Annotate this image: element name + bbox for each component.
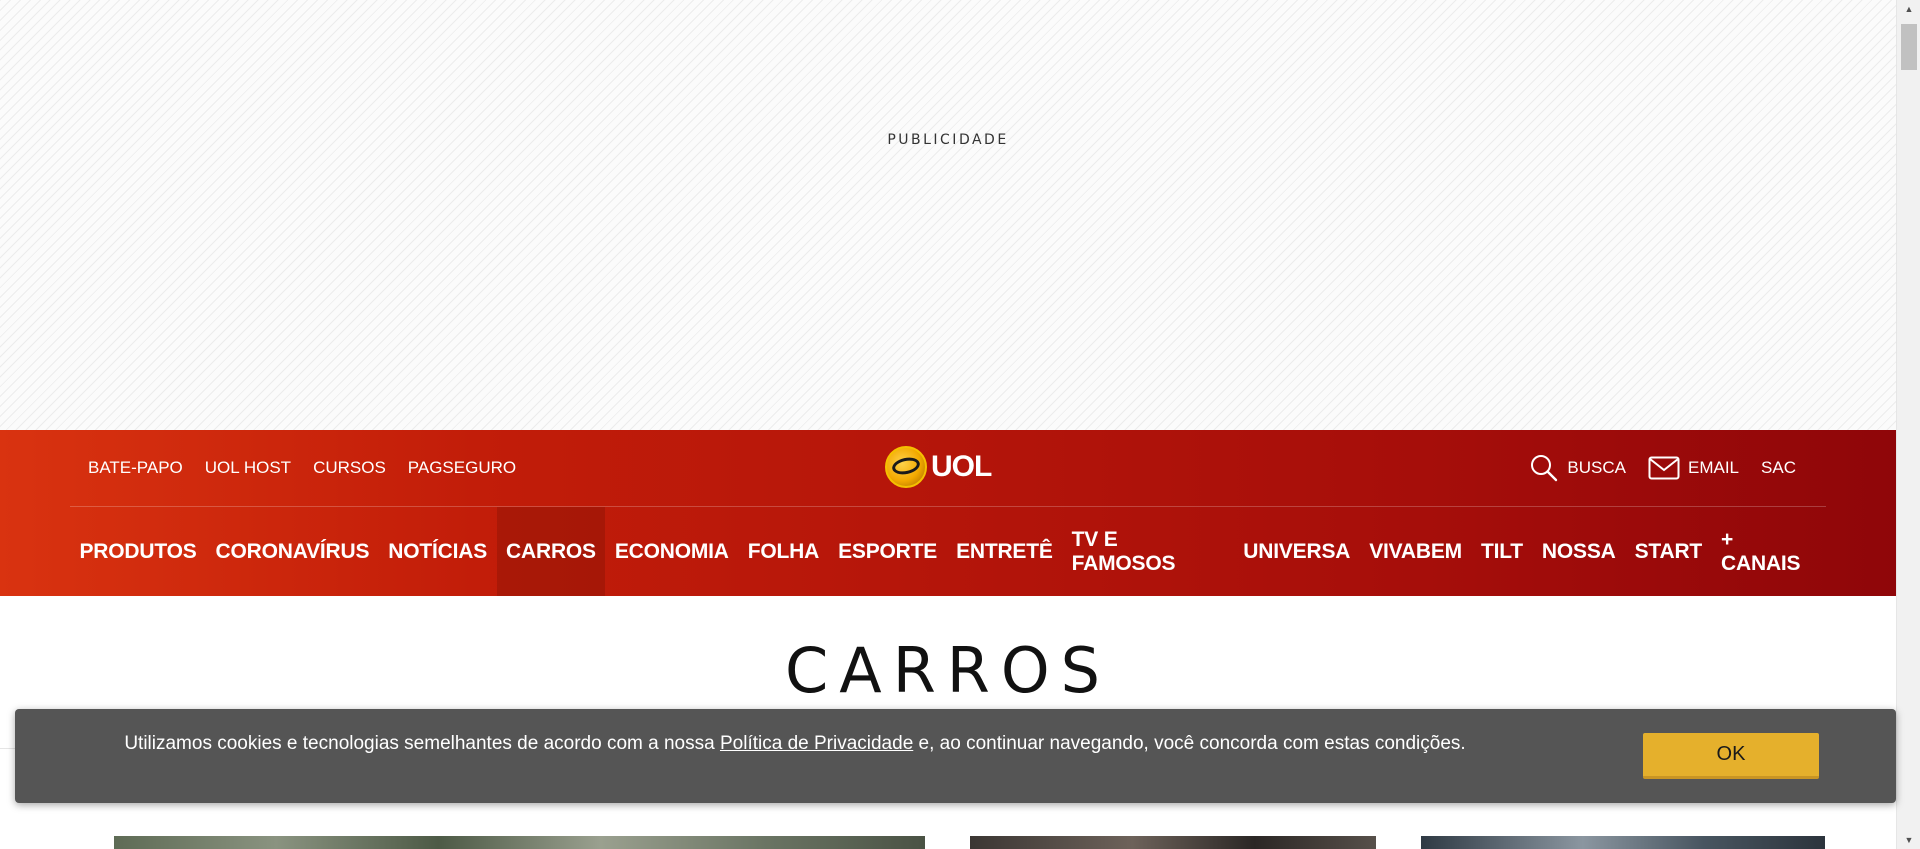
advertisement-area: PUBLICIDADE	[0, 0, 1896, 430]
nav-item-esporte[interactable]: ESPORTE	[829, 507, 947, 596]
nav-item-entrete[interactable]: ENTRETÊ	[947, 507, 1063, 596]
top-links: BATE-PAPO UOL HOST CURSOS PAGSEGURO	[88, 430, 516, 506]
cookie-text-after: e, ao continuar navegando, você concorda…	[913, 733, 1466, 754]
header-top-row: BATE-PAPO UOL HOST CURSOS PAGSEGURO UOL …	[70, 430, 1826, 507]
scroll-thumb[interactable]	[1901, 24, 1917, 70]
nav-item-universa[interactable]: UNIVERSA	[1234, 507, 1360, 596]
logo-text: UOL	[931, 450, 992, 483]
nav-item-mais-canais[interactable]: + CANAIS	[1712, 507, 1826, 596]
nav-item-economia[interactable]: ECONOMIA	[605, 507, 738, 596]
cookie-banner: Utilizamos cookies e tecnologias semelha…	[15, 709, 1896, 803]
top-link-bate-papo[interactable]: BATE-PAPO	[88, 458, 183, 478]
top-link-uol-host[interactable]: UOL HOST	[205, 458, 291, 478]
top-link-pagseguro[interactable]: PAGSEGURO	[408, 458, 516, 478]
news-image-3[interactable]	[1421, 836, 1825, 849]
search-icon	[1529, 453, 1559, 483]
nav-item-tv-e-famosos[interactable]: TV E FAMOSOS	[1062, 507, 1234, 596]
sac-link[interactable]: SAC	[1761, 458, 1796, 478]
nav-item-tilt[interactable]: TILT	[1471, 507, 1532, 596]
nav-item-carros[interactable]: CARROS	[496, 507, 606, 596]
news-image-1[interactable]	[114, 836, 925, 849]
vertical-scrollbar[interactable]: ▲ ▼	[1896, 0, 1920, 849]
email-button[interactable]: EMAIL	[1648, 456, 1739, 480]
cookie-text-before: Utilizamos cookies e tecnologias semelha…	[124, 733, 720, 754]
top-link-cursos[interactable]: CURSOS	[313, 458, 386, 478]
nav-item-folha[interactable]: FOLHA	[738, 507, 828, 596]
privacy-policy-link[interactable]: Política de Privacidade	[720, 733, 913, 754]
ad-label: PUBLICIDADE	[887, 132, 1009, 148]
sac-label: SAC	[1761, 458, 1796, 477]
scroll-up-arrow-icon[interactable]: ▲	[1897, 0, 1920, 18]
nav-item-coronavirus[interactable]: CORONAVÍRUS	[206, 507, 379, 596]
uol-logo-icon	[885, 446, 927, 488]
email-label: EMAIL	[1688, 458, 1740, 477]
cookie-ok-button[interactable]: OK	[1643, 733, 1819, 779]
cookie-message: Utilizamos cookies e tecnologias semelha…	[115, 733, 1475, 755]
site-header: BATE-PAPO UOL HOST CURSOS PAGSEGURO UOL …	[0, 430, 1896, 596]
news-image-2[interactable]	[970, 836, 1376, 849]
search-button[interactable]: BUSCA	[1529, 453, 1626, 483]
nav-item-produtos[interactable]: PRODUTOS	[70, 507, 206, 596]
header-utilities: BUSCA EMAIL SAC	[1529, 430, 1796, 506]
nav-item-noticias[interactable]: NOTÍCIAS	[379, 507, 497, 596]
nav-item-nossa[interactable]: NOSSA	[1532, 507, 1625, 596]
uol-logo[interactable]: UOL	[885, 444, 992, 490]
scroll-down-arrow-icon[interactable]: ▼	[1897, 831, 1920, 849]
main-nav: PRODUTOS CORONAVÍRUS NOTÍCIAS CARROS ECO…	[70, 507, 1826, 596]
search-label: BUSCA	[1567, 458, 1626, 477]
nav-item-vivabem[interactable]: VIVABEM	[1360, 507, 1472, 596]
mail-icon	[1648, 456, 1680, 480]
page-title: CARROS	[784, 634, 1112, 707]
nav-item-start[interactable]: START	[1625, 507, 1711, 596]
